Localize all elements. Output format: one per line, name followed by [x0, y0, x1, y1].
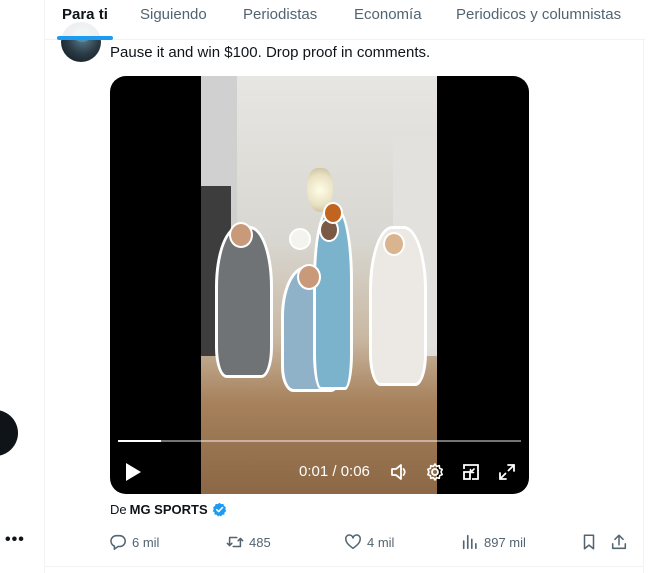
heart-icon — [345, 534, 361, 550]
active-tab-indicator — [57, 36, 113, 40]
timeline-column: Para ti Siguiendo Periodistas Economía P… — [44, 0, 645, 573]
share-button[interactable] — [610, 533, 633, 551]
compose-button[interactable] — [0, 410, 18, 456]
views-button[interactable]: 897 mil — [461, 533, 526, 551]
repost-count: 485 — [249, 534, 271, 550]
settings-gear-icon[interactable] — [425, 462, 445, 482]
video-player[interactable]: 0:01 / 0:06 — [110, 76, 529, 494]
fullscreen-icon[interactable] — [497, 462, 517, 482]
tab-para-ti[interactable]: Para ti — [62, 6, 108, 23]
video-progress-bar[interactable] — [118, 440, 521, 442]
left-rail: ••• — [0, 0, 44, 573]
bookmark-button[interactable] — [580, 533, 603, 551]
tab-periodistas[interactable]: Periodistas — [243, 6, 317, 23]
views-count: 897 mil — [484, 534, 526, 550]
like-count: 4 mil — [367, 534, 395, 550]
video-time: 0:01 / 0:06 — [299, 463, 370, 480]
verified-badge-icon — [212, 502, 227, 517]
video-person-1 — [215, 226, 273, 378]
views-chart-icon — [462, 534, 477, 550]
video-person-4-head — [383, 232, 405, 256]
repost-button[interactable]: 485 — [226, 533, 271, 551]
video-volleyball — [289, 228, 311, 250]
reply-button[interactable]: 6 mil — [109, 533, 159, 551]
timeline-tabs: Para ti Siguiendo Periodistas Economía P… — [45, 0, 645, 40]
tab-siguiendo[interactable]: Siguiendo — [140, 6, 207, 23]
video-basketball — [323, 202, 343, 224]
video-frame[interactable] — [201, 76, 437, 494]
tweet-actions: 6 mil 485 4 mil 897 mil — [45, 530, 645, 554]
video-person-1-head — [229, 222, 253, 248]
reply-icon — [110, 534, 126, 550]
like-button[interactable]: 4 mil — [344, 533, 394, 551]
source-account-name[interactable]: MG SPORTS — [130, 502, 208, 517]
picture-in-picture-icon[interactable] — [461, 462, 481, 482]
page-scrollbar[interactable] — [644, 0, 650, 573]
more-options-icon[interactable]: ••• — [5, 531, 25, 549]
share-icon — [611, 534, 627, 550]
reply-count: 6 mil — [132, 534, 160, 550]
volume-icon[interactable] — [389, 462, 409, 482]
video-source-attribution: De MG SPORTS — [110, 502, 227, 517]
video-person-2-head — [297, 264, 321, 290]
repost-icon — [226, 536, 244, 548]
tweet-divider — [45, 566, 645, 567]
from-prefix: De — [110, 502, 127, 517]
play-icon[interactable] — [124, 462, 142, 482]
tweet-text: Pause it and win $100. Drop proof in com… — [110, 44, 431, 61]
bookmark-icon — [583, 534, 595, 550]
tab-economia[interactable]: Economía — [354, 6, 422, 23]
tab-periodicos-y-columnistas[interactable]: Periodicos y columnistas — [456, 6, 621, 23]
video-progress-fill — [118, 440, 162, 442]
